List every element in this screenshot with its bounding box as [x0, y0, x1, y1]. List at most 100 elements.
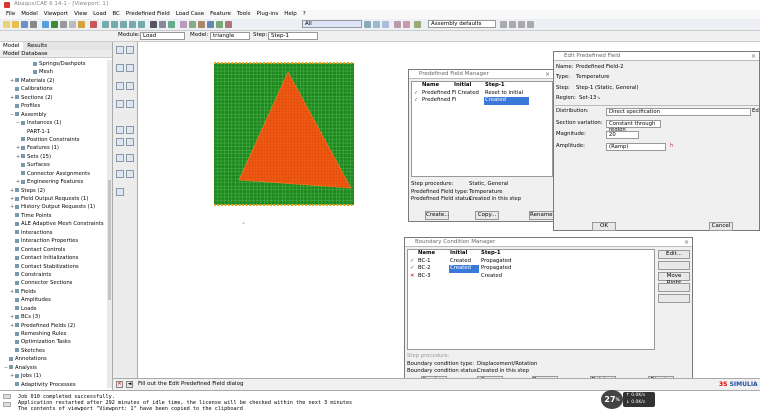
model-database-header[interactable]: Model Database — [0, 50, 112, 58]
view-style-select[interactable]: Assembly defaults — [428, 20, 496, 28]
tools-icon[interactable] — [403, 21, 410, 28]
zoom-icon[interactable] — [60, 21, 67, 28]
tree-item[interactable]: Constraints — [0, 271, 112, 279]
close-icon[interactable]: × — [684, 238, 689, 247]
create-load-case-icon[interactable] — [116, 100, 124, 108]
table-row[interactable]: ✓ Predefined Fi Created Reset to initial — [412, 90, 552, 98]
tree-item[interactable]: − Assembly — [0, 111, 112, 119]
move-right-button[interactable]: Move Right — [658, 272, 690, 286]
render-hidden-icon[interactable] — [159, 21, 166, 28]
magnitude-input[interactable]: 20 — [606, 131, 639, 139]
ok-button[interactable]: OK — [592, 222, 616, 231]
bc-step-cell[interactable]: Propagated — [481, 258, 511, 266]
tree-scrollbar[interactable] — [107, 60, 112, 388]
tree-item[interactable]: Annotations — [0, 355, 112, 363]
table-row[interactable]: ✓ Predefined Fi Created — [412, 97, 552, 105]
tree-item[interactable]: + Field Output Requests (1) — [0, 195, 112, 203]
edit-field-title-bar[interactable]: Edit Predefined Field × — [554, 52, 759, 61]
bc-initial-cell[interactable]: Created — [449, 258, 479, 266]
color-code-icon[interactable] — [225, 21, 232, 28]
cpu-usage-badge[interactable]: 27% — [601, 390, 623, 409]
tree-item[interactable]: + Features (1) — [0, 144, 112, 152]
step-select[interactable]: Step-1 — [268, 32, 318, 40]
tree-item[interactable]: + Sections (2) — [0, 94, 112, 102]
tree-item[interactable]: − Instances (1) — [0, 119, 112, 127]
create-bc-icon[interactable] — [116, 64, 124, 72]
render-style-select[interactable]: All — [302, 20, 362, 28]
iso-view-icon[interactable] — [102, 21, 109, 28]
visibility-icon[interactable] — [180, 21, 187, 28]
replace-all-icon[interactable] — [216, 21, 223, 28]
tree-item[interactable]: Position Constraints — [0, 136, 112, 144]
color-edit-icon[interactable] — [382, 21, 389, 28]
predefined-manager-title-bar[interactable]: Predefined Field Manager × — [409, 70, 553, 79]
pan-icon[interactable] — [42, 21, 49, 28]
deactivate-button[interactable]: Deactivate — [658, 294, 690, 303]
bc-step-cell[interactable]: Created — [481, 273, 502, 281]
tree-item[interactable]: + History Output Requests (1) — [0, 203, 112, 211]
menu-item[interactable]: Feature — [210, 10, 231, 19]
options-3-icon[interactable] — [518, 21, 525, 28]
close-icon[interactable]: × — [545, 70, 550, 79]
open-file-icon[interactable] — [12, 21, 19, 28]
tree-item[interactable]: Loads — [0, 305, 112, 313]
options-4-icon[interactable] — [527, 21, 534, 28]
menu-item[interactable]: Load — [93, 10, 106, 19]
create-predefined-field-icon[interactable] — [116, 82, 124, 90]
viewport[interactable]: ⊥ Predefined Field Manager × Name Initial S… — [138, 42, 760, 387]
tree-scrollbar-thumb[interactable] — [108, 180, 111, 300]
tree-item[interactable]: Adaptivity Processes — [0, 381, 112, 389]
cycle-views-icon[interactable] — [90, 21, 97, 28]
menu-item[interactable]: Tools — [237, 10, 251, 19]
tree-item[interactable]: Interactions — [0, 229, 112, 237]
auto-fit-icon[interactable] — [78, 21, 85, 28]
tree-item[interactable]: Amplitudes — [0, 296, 112, 304]
tree-item[interactable]: + Steps (2) — [0, 187, 112, 195]
tree-item[interactable]: Calibrations — [0, 85, 112, 93]
display-group-icon[interactable] — [189, 21, 196, 28]
query-icon[interactable] — [394, 21, 401, 28]
datum-icon[interactable] — [126, 170, 134, 178]
tree-item[interactable]: Contact Initializations — [0, 254, 112, 262]
edit-button[interactable]: Edit... — [658, 250, 690, 259]
tree-item[interactable]: Sketches — [0, 347, 112, 355]
replace-selected-icon[interactable] — [198, 21, 205, 28]
save-icon[interactable] — [21, 21, 28, 28]
predef-copy-button[interactable]: Copy... — [475, 211, 499, 220]
message-tab-icon[interactable] — [3, 394, 11, 399]
tab-model[interactable]: Model — [0, 42, 23, 50]
load-case-manager-icon[interactable] — [126, 100, 134, 108]
menu-item[interactable]: Load Case — [176, 10, 204, 19]
tree-item[interactable]: Interaction Properties — [0, 237, 112, 245]
tree-item[interactable]: Contact Stabilizations — [0, 263, 112, 271]
options-2-icon[interactable] — [509, 21, 516, 28]
predef-step-cell[interactable]: Reset to initial — [484, 90, 529, 98]
menu-item[interactable]: View — [74, 10, 87, 19]
tree-item[interactable]: + Fields — [0, 288, 112, 296]
menu-item[interactable]: Viewport — [44, 10, 68, 19]
amplitude-manager-icon[interactable] — [126, 138, 134, 146]
table-row[interactable]: ✓ BC-2 Created Propagated — [408, 265, 654, 273]
zoom-box-icon[interactable] — [69, 21, 76, 28]
module-select[interactable]: Load — [140, 32, 185, 40]
query-tool-icon[interactable] — [116, 188, 124, 196]
create-csys-icon[interactable] — [116, 170, 124, 178]
tree-item[interactable]: Connector Sections — [0, 279, 112, 287]
tree-item[interactable]: + Predefined Fields (2) — [0, 322, 112, 330]
bc-step-cell[interactable]: Propagated — [481, 265, 511, 273]
new-file-icon[interactable] — [3, 21, 10, 28]
tree-item[interactable]: Connector Assignments — [0, 170, 112, 178]
predef-create-button[interactable]: Create... — [425, 211, 450, 220]
bc-initial-cell[interactable]: Created — [449, 265, 479, 273]
right-view-icon[interactable] — [138, 21, 145, 28]
tree-item[interactable]: Optimization Tasks — [0, 338, 112, 346]
distribution-edit-label[interactable]: Ed — [752, 108, 759, 116]
back-prompt-icon[interactable]: ◄ — [126, 381, 133, 388]
activate-button[interactable]: Activate — [658, 283, 690, 292]
amplitude-select[interactable]: (Ramp) — [606, 143, 666, 151]
bc-manager-icon[interactable] — [126, 64, 134, 72]
predefined-field-manager-icon[interactable] — [126, 82, 134, 90]
options-icon[interactable] — [500, 21, 507, 28]
distribution-select[interactable]: Direct specification — [606, 108, 751, 116]
section-variation-select[interactable]: Constant through region — [606, 120, 661, 133]
